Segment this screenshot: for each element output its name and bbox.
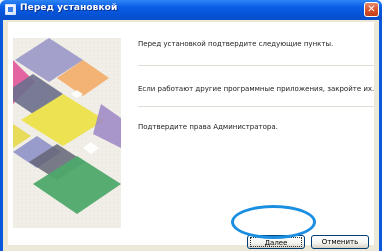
window-title: Перед установкой	[20, 3, 118, 13]
admin-rights-text: Подтвердите права Администратора.	[138, 123, 278, 131]
dialog-body: Перед установкой подтвердите следующие п…	[3, 20, 379, 251]
app-icon	[5, 4, 16, 15]
close-icon: ✕	[367, 4, 376, 15]
divider	[138, 106, 374, 107]
cancel-button[interactable]: Отменить	[311, 235, 369, 249]
close-button[interactable]: ✕	[364, 2, 379, 17]
divider	[138, 65, 374, 66]
decorative-image	[13, 38, 121, 228]
close-apps-text: Если работают другие программные приложе…	[138, 85, 375, 93]
next-button-label: Далее	[250, 237, 302, 247]
mosaic-illustration	[13, 38, 121, 228]
content-panel: Перед установкой подтвердите следующие п…	[8, 22, 374, 245]
installer-window: Перед установкой ✕ Перед установкой подт…	[0, 0, 382, 251]
next-button[interactable]: Далее	[247, 235, 305, 249]
title-bar[interactable]: Перед установкой ✕	[0, 0, 382, 20]
instruction-text: Перед установкой подтвердите следующие п…	[138, 40, 334, 48]
